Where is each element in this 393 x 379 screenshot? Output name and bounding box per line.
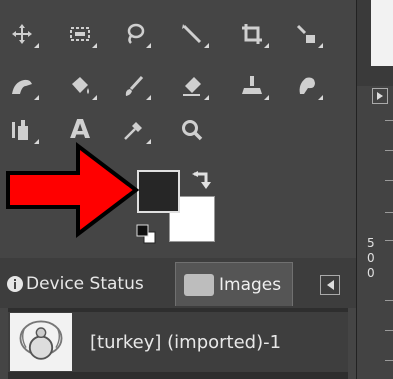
fuzzy-select-tool[interactable]	[178, 20, 209, 48]
bucket-fill-icon	[72, 77, 89, 94]
zoom-icon	[182, 120, 203, 141]
rect-select-icon	[70, 27, 90, 41]
vertical-ruler	[357, 86, 393, 379]
paths-icon	[12, 120, 28, 140]
eraser-icon	[183, 77, 201, 96]
rect-select-tool[interactable]	[66, 20, 97, 48]
tab-menu-button[interactable]	[320, 275, 340, 295]
move-icon	[12, 24, 32, 44]
device-status-icon	[7, 276, 23, 292]
image-thumbnail	[10, 313, 72, 371]
clone-icon	[242, 76, 262, 94]
image-preview	[371, 0, 393, 66]
ruler-digit: 0	[367, 266, 375, 280]
images-thumb-icon	[184, 273, 214, 296]
bucket-fill-tool[interactable]	[66, 72, 97, 100]
crop-tool[interactable]	[238, 20, 269, 48]
swap-colors-icon[interactable]	[190, 168, 214, 192]
ruler-digit: 0	[367, 251, 375, 265]
color-picker-icon	[124, 122, 142, 140]
fuzzy-select-icon	[182, 24, 202, 44]
foreground-color-swatch[interactable]	[137, 170, 180, 213]
smudge-tool[interactable]	[292, 72, 323, 100]
unified-transform-tool[interactable]	[292, 20, 323, 48]
chevron-left-icon	[326, 280, 334, 290]
unified-transform-icon	[296, 24, 315, 43]
free-select-icon	[127, 23, 145, 44]
smudge-icon	[299, 77, 315, 94]
ruler-menu-icon[interactable]	[372, 88, 388, 104]
turkey-thumbnail-icon	[19, 320, 63, 360]
annotation-arrow	[6, 141, 140, 239]
zoom-tool[interactable]	[178, 116, 206, 144]
move-tool[interactable]	[8, 20, 39, 48]
tab-label: Images	[219, 274, 282, 295]
tab-label: Device Status	[26, 274, 144, 294]
toolbox-panel: A Device Status Images [turkey] (importe…	[0, 0, 356, 379]
warp-transform-icon	[12, 79, 32, 94]
tab-device-status[interactable]: Device Status	[0, 264, 144, 304]
tab-images[interactable]: Images	[175, 262, 293, 306]
paintbrush-icon	[125, 75, 144, 96]
images-list: [turkey] (imported)-1	[8, 308, 348, 379]
list-item[interactable]: [turkey] (imported)-1	[8, 312, 348, 372]
ruler-digit: 5	[367, 236, 375, 250]
free-select-tool[interactable]	[120, 20, 151, 48]
dock-tab-bar: Device Status Images	[0, 258, 356, 308]
clone-tool[interactable]	[238, 72, 269, 100]
eraser-tool[interactable]	[178, 72, 209, 100]
warp-transform-tool[interactable]	[8, 72, 39, 100]
image-label: [turkey] (imported)-1	[90, 331, 282, 353]
crop-icon	[242, 24, 262, 44]
paintbrush-tool[interactable]	[120, 72, 151, 100]
